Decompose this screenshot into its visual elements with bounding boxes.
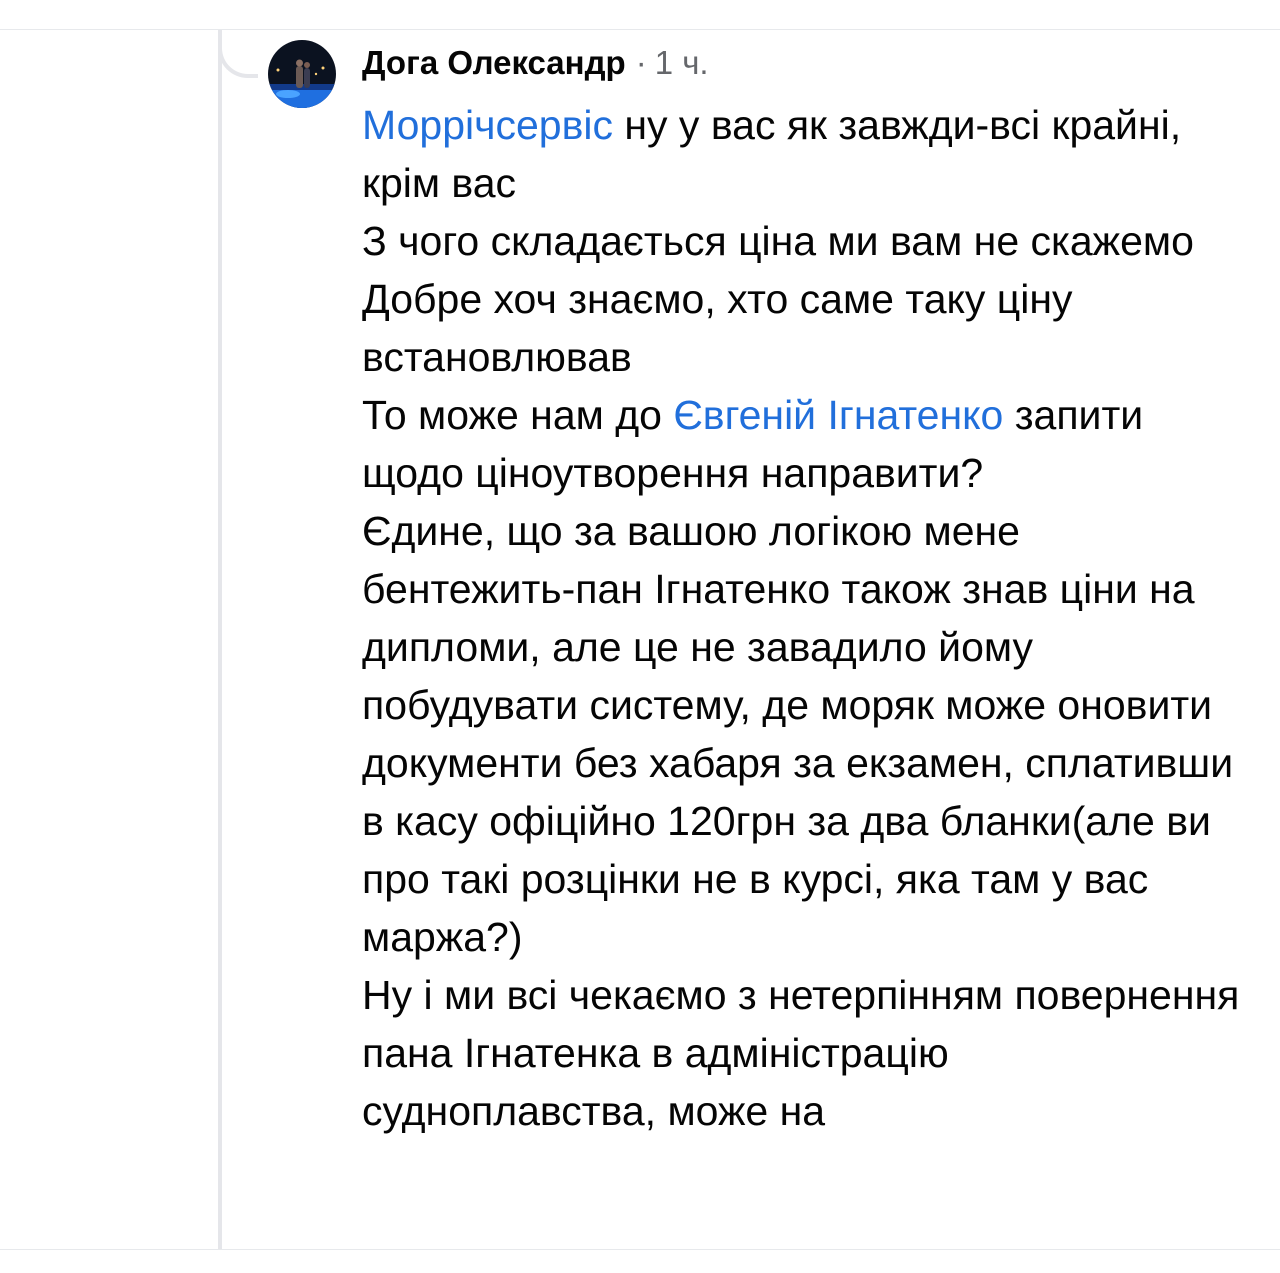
- mention-link[interactable]: Моррічсервіс: [362, 102, 613, 148]
- comment-line-1: Моррічсервіс ну у вас як завжди-всі край…: [362, 96, 1242, 212]
- bottom-divider: [0, 1249, 1280, 1250]
- comment-text: Моррічсервіс ну у вас як завжди-всі край…: [362, 96, 1242, 1140]
- separator-dot: ·: [635, 44, 647, 81]
- comment: Дога Олександр · 1 ч. Моррічсервіс ну у …: [362, 40, 1262, 1140]
- reply-thread-line: [218, 30, 222, 1249]
- reply-thread-connector: [218, 30, 258, 78]
- avatar[interactable]: [268, 40, 336, 108]
- mention-link[interactable]: Євгеній Ігнатенко: [673, 392, 1003, 438]
- avatar-photo: [268, 40, 336, 108]
- author-name[interactable]: Дога Олександр: [362, 40, 626, 86]
- comment-line-3: Добре хоч знаємо, хто саме таку ціну вст…: [362, 276, 1073, 380]
- comment-line-6: Ну і ми всі чекаємо з нетерпінням поверн…: [362, 972, 1240, 1134]
- line-4-start: То може нам до: [362, 392, 674, 438]
- top-divider: [0, 29, 1280, 30]
- comment-line-2: З чого складається ціна ми вам не скажем…: [362, 218, 1194, 264]
- comment-line-4: То може нам до Євгеній Ігнатенко запити …: [362, 386, 1242, 502]
- comment-header: Дога Олександр · 1 ч.: [362, 40, 1262, 86]
- comment-timestamp[interactable]: 1 ч.: [655, 40, 709, 86]
- comment-line-5: Єдине, що за вашою логікою мене бентежит…: [362, 508, 1234, 960]
